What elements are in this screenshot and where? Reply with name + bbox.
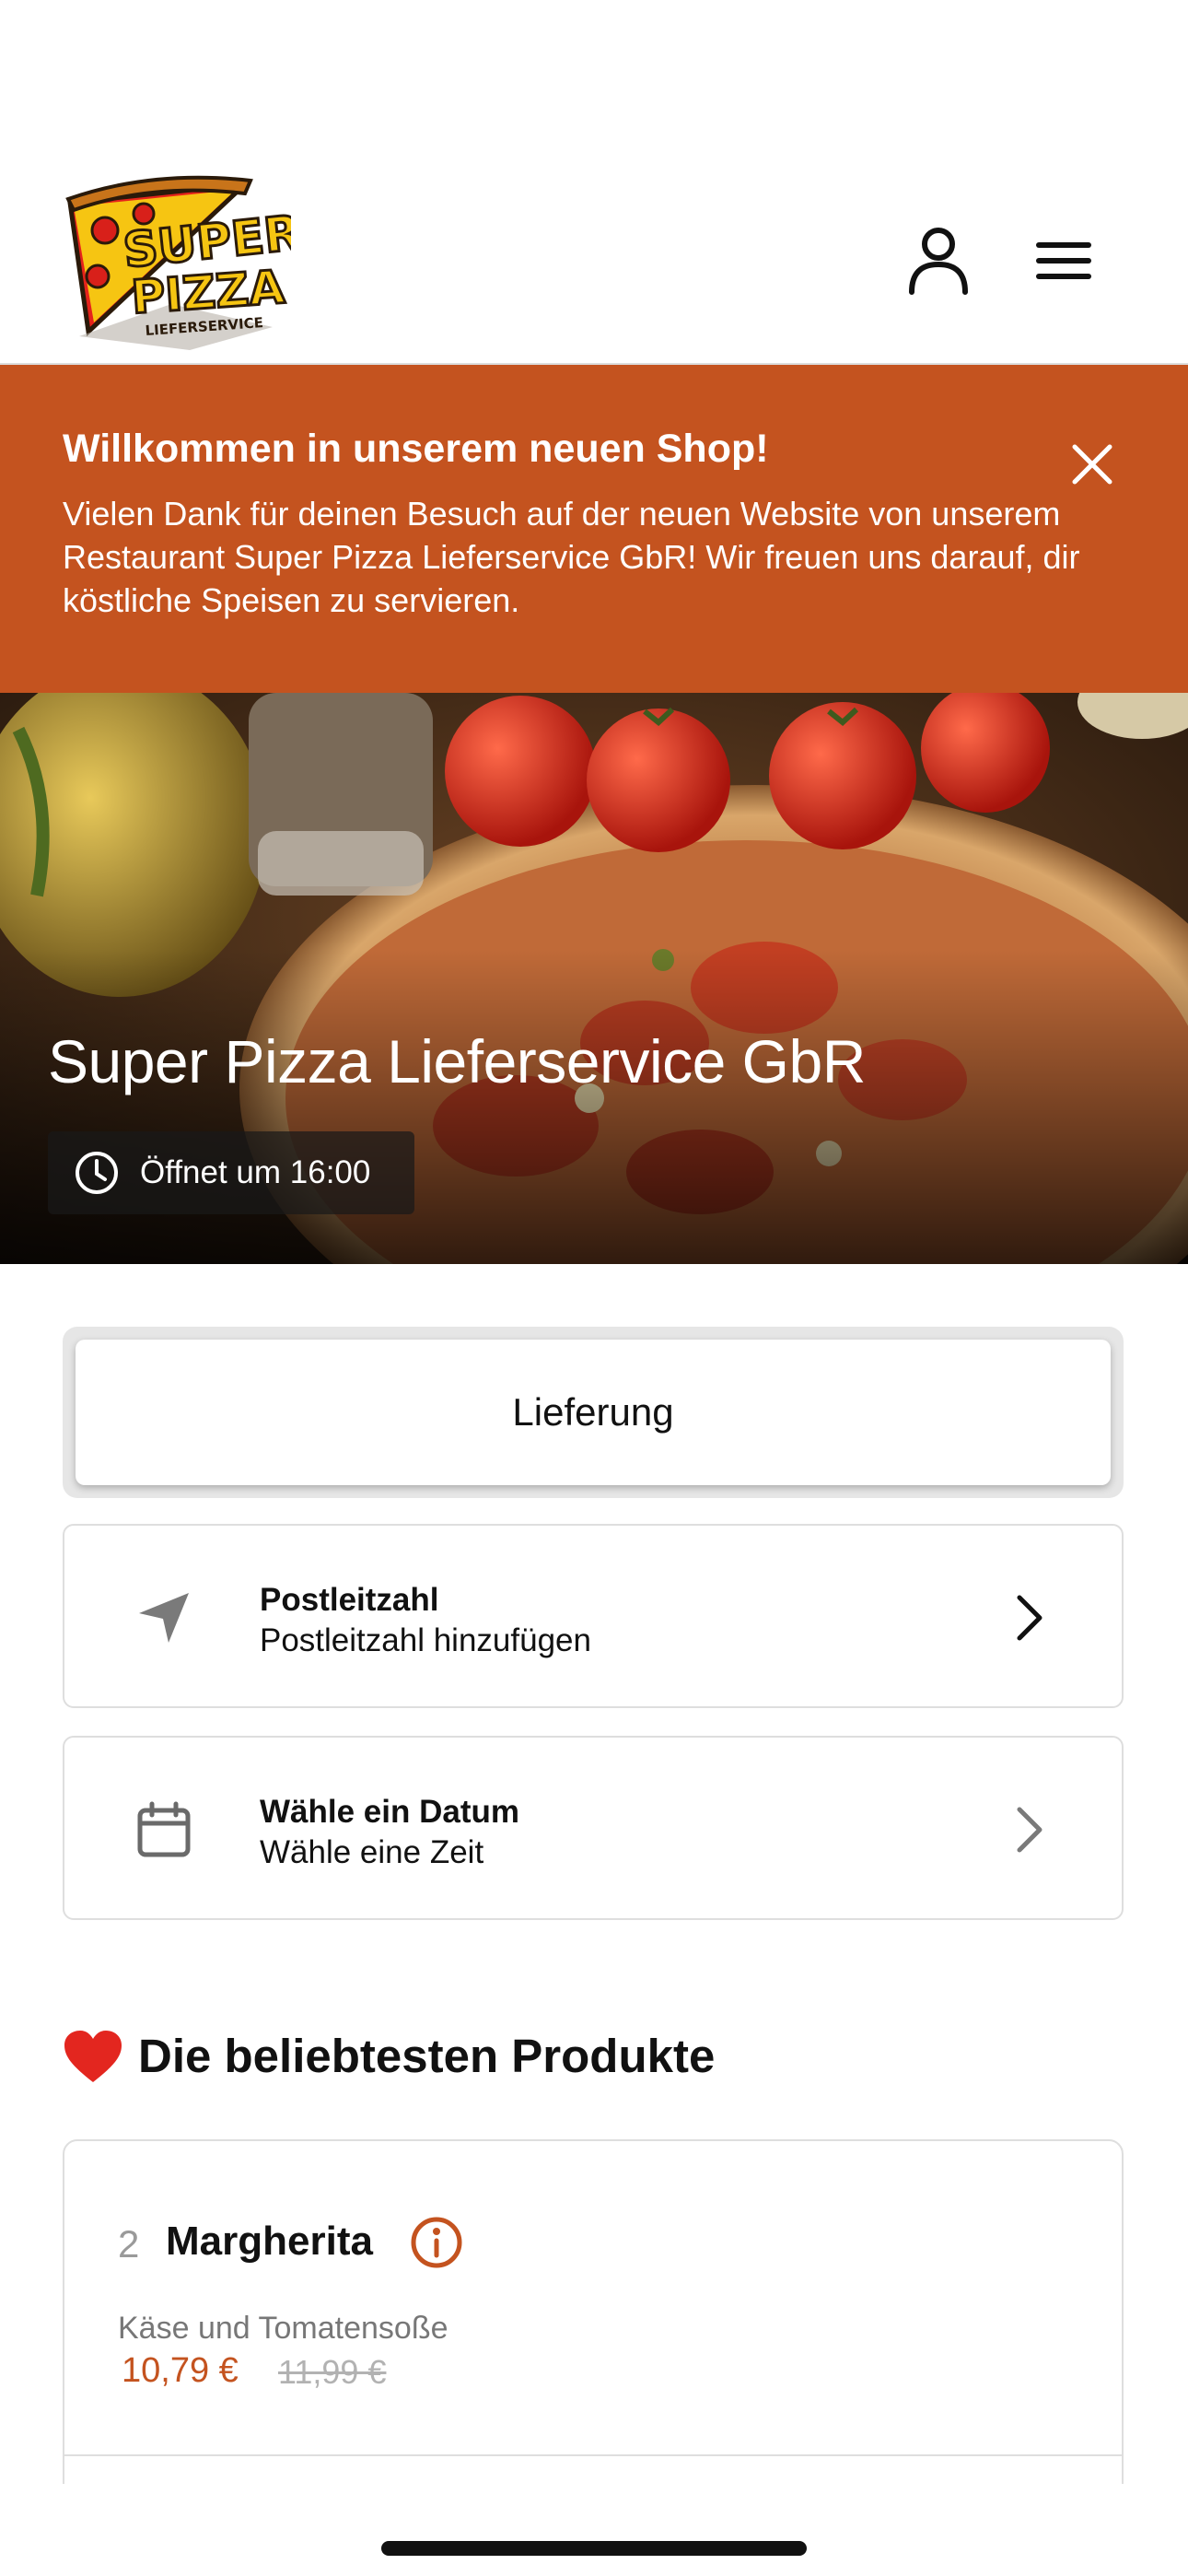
chevron-right-icon bbox=[996, 1797, 1063, 1863]
banner-title: Willkommen in unserem neuen Shop! bbox=[63, 427, 769, 471]
product-description: Käse und Tomatensoße bbox=[118, 2311, 448, 2346]
popular-products-heading: Die beliebtesten Produkte bbox=[63, 2027, 715, 2086]
bottom-area bbox=[0, 2484, 1188, 2576]
restaurant-name: Super Pizza Lieferservice GbR bbox=[48, 1027, 866, 1095]
date-selector[interactable]: Wähle ein Datum Wähle eine Zeit bbox=[63, 1736, 1124, 1920]
order-mode-selector: Lieferung bbox=[63, 1327, 1124, 1498]
hamburger-menu-icon bbox=[1034, 240, 1093, 286]
super-pizza-logo[interactable]: SUPER PIZZA LIEFERSERVICE bbox=[61, 166, 305, 357]
location-arrow-icon bbox=[131, 1585, 197, 1651]
svg-text:PIZZA: PIZZA bbox=[130, 260, 286, 323]
popular-products-title: Die beliebtesten Produkte bbox=[138, 2030, 716, 2082]
product-name: Margherita bbox=[166, 2219, 373, 2264]
banner-close-button[interactable] bbox=[1059, 433, 1125, 499]
menu-button[interactable] bbox=[1022, 221, 1105, 304]
opening-hours-badge: Öffnet um 16:00 bbox=[48, 1131, 414, 1214]
calendar-icon bbox=[131, 1797, 197, 1863]
delivery-option-button[interactable]: Lieferung bbox=[76, 1340, 1111, 1485]
home-indicator[interactable] bbox=[381, 2541, 807, 2556]
date-title: Wähle ein Datum bbox=[260, 1794, 519, 1830]
banner-text: Vielen Dank für deinen Besuch auf der ne… bbox=[63, 495, 1080, 619]
chevron-right-icon bbox=[996, 1585, 1063, 1651]
opening-hours-text: Öffnet um 16:00 bbox=[140, 1154, 371, 1190]
welcome-banner: Willkommen in unserem neuen Shop! Vielen… bbox=[0, 365, 1188, 693]
postcode-subtitle: Postleitzahl hinzufügen bbox=[260, 1622, 591, 1658]
divider bbox=[64, 2454, 1122, 2456]
product-price: 10,79 € bbox=[122, 2351, 239, 2390]
date-subtitle: Wähle eine Zeit bbox=[260, 1834, 484, 1870]
close-icon bbox=[1071, 443, 1113, 490]
info-icon[interactable] bbox=[409, 2215, 464, 2270]
clock-icon bbox=[74, 1150, 120, 1196]
heart-icon bbox=[63, 2029, 123, 2084]
product-old-price: 11,99 € bbox=[278, 2353, 387, 2391]
product-quantity: 2 bbox=[118, 2222, 140, 2266]
user-icon bbox=[906, 226, 971, 300]
site-header: SUPER PIZZA LIEFERSERVICE bbox=[0, 0, 1188, 365]
user-account-button[interactable] bbox=[897, 221, 980, 304]
postcode-selector[interactable]: Postleitzahl Postleitzahl hinzufügen bbox=[63, 1524, 1124, 1708]
postcode-title: Postleitzahl bbox=[260, 1582, 439, 1618]
